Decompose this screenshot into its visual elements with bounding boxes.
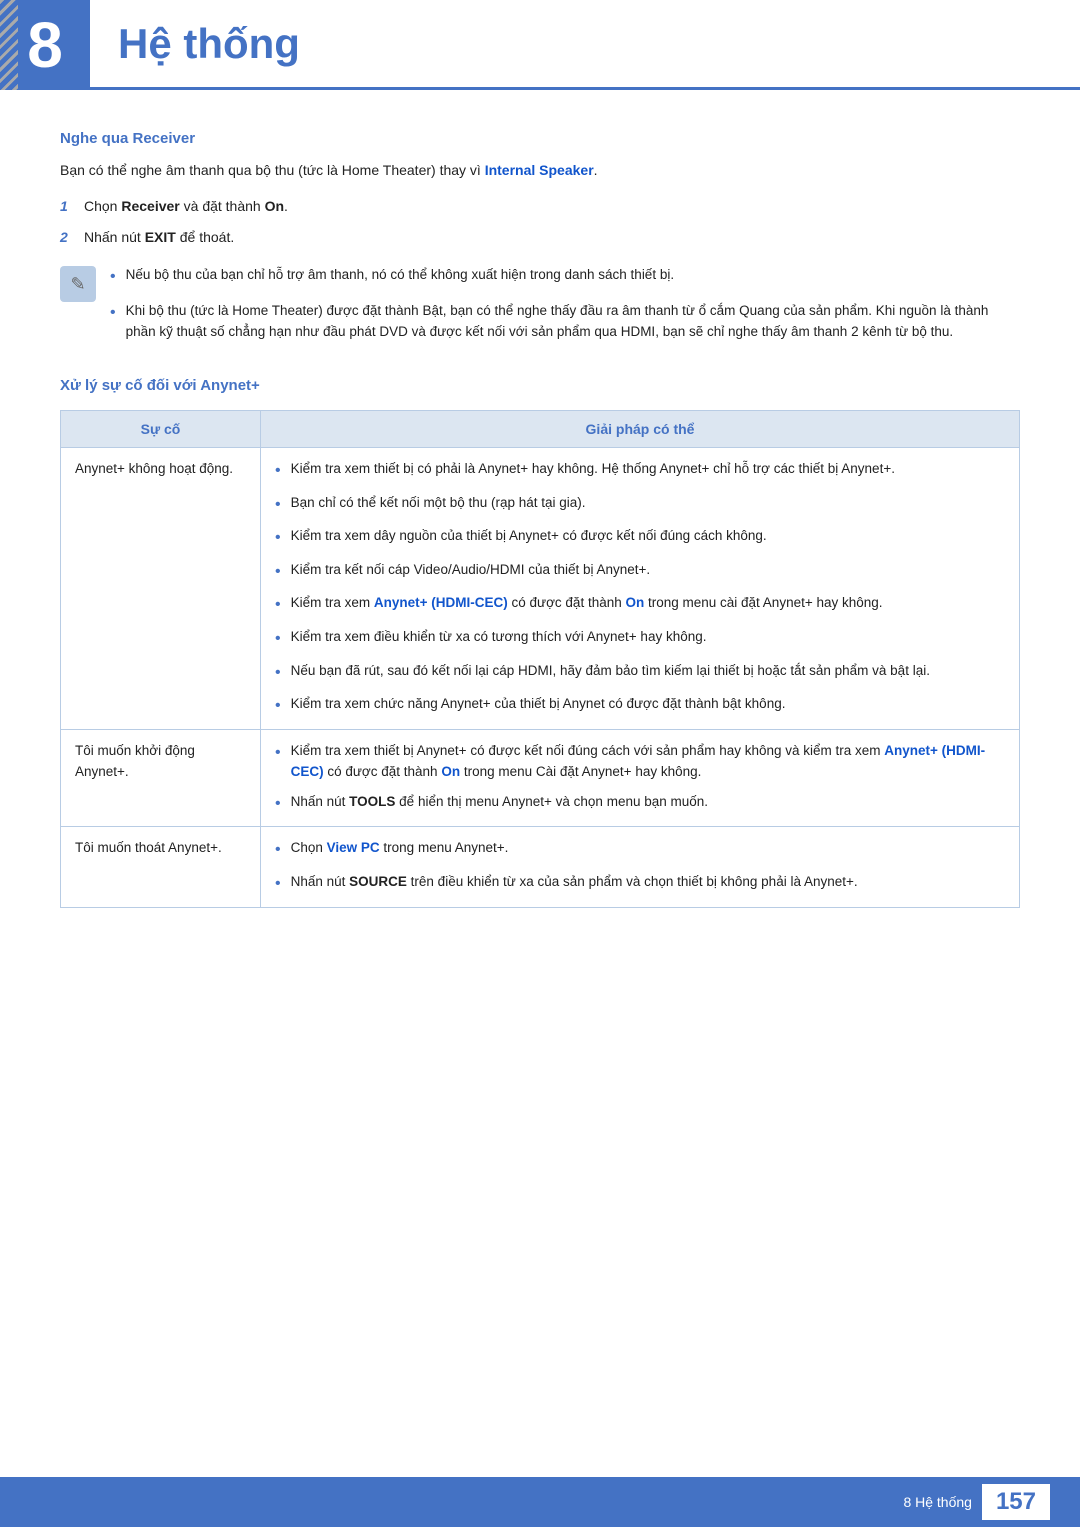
section1-title: Nghe qua Receiver [60, 130, 1020, 147]
list-item: Bạn chỉ có thể kết nối một bộ thu (rạp h… [275, 492, 1005, 518]
table-row: Anynet+ không hoạt động. Kiểm tra xem th… [61, 447, 1020, 729]
solution-list-2: Kiểm tra xem thiết bị Anynet+ có được kế… [275, 740, 1005, 817]
chapter-title-area: Hệ thống [90, 0, 1080, 90]
list-item: Nhấn nút TOOLS để hiển thị menu Anynet+ … [275, 791, 1005, 817]
solution-cell-2: Kiểm tra xem thiết bị Anynet+ có được kế… [261, 729, 1020, 827]
chapter-number: 8 [27, 13, 63, 77]
table-row: Tôi muốn khởi động Anynet+. Kiểm tra xem… [61, 729, 1020, 827]
section1-intro: Bạn có thể nghe âm thanh qua bộ thu (tức… [60, 159, 1020, 181]
chapter-title: Hệ thống [118, 20, 300, 68]
note-item-2: Khi bộ thu (tức là Home Theater) được đặ… [110, 300, 1020, 343]
page-header: 8 Hệ thống [0, 0, 1080, 90]
note-item-1: Nếu bộ thu của bạn chỉ hỗ trợ âm thanh, … [110, 264, 1020, 290]
section-receiver: Nghe qua Receiver Bạn có thể nghe âm tha… [60, 130, 1020, 353]
section-anynet: Xử lý sự cố đối với Anynet+ Sự cố Giải p… [60, 377, 1020, 908]
stripe-decoration [0, 0, 18, 90]
list-item: Nhấn nút SOURCE trên điều khiển từ xa củ… [275, 871, 1005, 897]
list-item: Kiểm tra kết nối cáp Video/Audio/HDMI củ… [275, 559, 1005, 585]
footer-page-number: 157 [982, 1484, 1050, 1520]
solution-list-1: Kiểm tra xem thiết bị có phải là Anynet+… [275, 458, 1005, 719]
footer-text: 8 Hệ thống [903, 1494, 972, 1510]
list-item: Nếu bạn đã rút, sau đó kết nối lại cáp H… [275, 660, 1005, 686]
note-icon-symbol: ✎ [70, 274, 85, 295]
step-2: 2 Nhấn nút EXIT để thoát. [60, 226, 1020, 248]
list-item: Kiểm tra xem dây nguồn của thiết bị Anyn… [275, 525, 1005, 551]
table-header-row: Sự cố Giải pháp có thể [61, 410, 1020, 447]
solution-list-3: Chọn View PC trong menu Anynet+. Nhấn nú… [275, 837, 1005, 896]
list-item: Kiểm tra xem thiết bị có phải là Anynet+… [275, 458, 1005, 484]
col-header-issue: Sự cố [61, 410, 261, 447]
issue-cell-1: Anynet+ không hoạt động. [61, 447, 261, 729]
note-list: Nếu bộ thu của bạn chỉ hỗ trợ âm thanh, … [110, 264, 1020, 353]
table-row: Tôi muốn thoát Anynet+. Chọn View PC tro… [61, 827, 1020, 907]
note-box: ✎ Nếu bộ thu của bạn chỉ hỗ trợ âm thanh… [60, 264, 1020, 353]
list-item: Kiểm tra xem chức năng Anynet+ của thiết… [275, 693, 1005, 719]
page-footer: 8 Hệ thống 157 [0, 1477, 1080, 1527]
list-item: Kiểm tra xem Anynet+ (HDMI-CEC) có được … [275, 592, 1005, 618]
page-content: Nghe qua Receiver Bạn có thể nghe âm tha… [0, 130, 1080, 1008]
issue-cell-2: Tôi muốn khởi động Anynet+. [61, 729, 261, 827]
steps-list: 1 Chọn Receiver và đặt thành On. 2 Nhấn … [60, 195, 1020, 248]
col-header-solution: Giải pháp có thể [261, 410, 1020, 447]
note-icon: ✎ [60, 266, 96, 302]
list-item: Kiểm tra xem thiết bị Anynet+ có được kế… [275, 740, 1005, 783]
step-1: 1 Chọn Receiver và đặt thành On. [60, 195, 1020, 217]
solution-cell-1: Kiểm tra xem thiết bị có phải là Anynet+… [261, 447, 1020, 729]
issue-cell-3: Tôi muốn thoát Anynet+. [61, 827, 261, 907]
list-item: Chọn View PC trong menu Anynet+. [275, 837, 1005, 863]
solution-cell-3: Chọn View PC trong menu Anynet+. Nhấn nú… [261, 827, 1020, 907]
list-item: Kiểm tra xem điều khiển từ xa có tương t… [275, 626, 1005, 652]
trouble-table: Sự cố Giải pháp có thể Anynet+ không hoạ… [60, 410, 1020, 908]
section2-title: Xử lý sự cố đối với Anynet+ [60, 377, 1020, 394]
